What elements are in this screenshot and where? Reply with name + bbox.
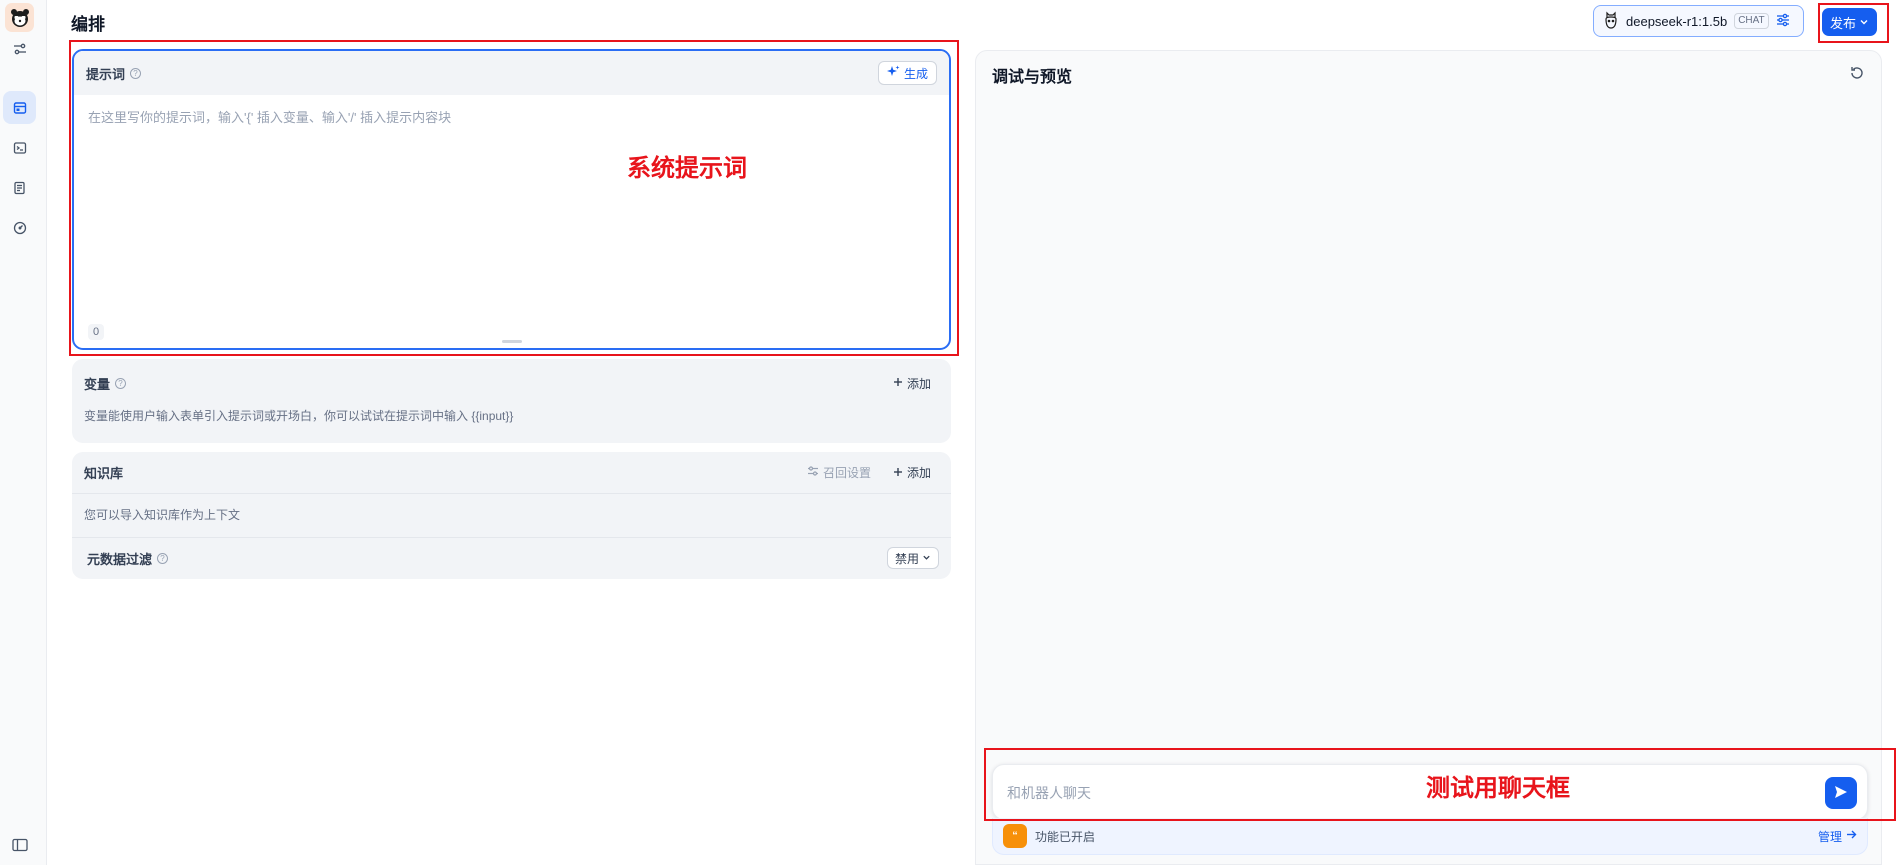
- left-rail: [0, 0, 47, 865]
- plus-icon: [893, 466, 903, 480]
- metadata-filter-select[interactable]: 禁用: [886, 547, 939, 569]
- model-llama-icon: [1603, 11, 1619, 32]
- knowledge-title: 知识库: [84, 466, 124, 481]
- publish-label: 发布: [1829, 15, 1856, 31]
- prompt-header: 提示词 ? 生成: [74, 51, 949, 95]
- recall-label: 召回设置: [822, 466, 871, 480]
- chat-input[interactable]: [1007, 781, 1787, 805]
- plus-icon: [893, 376, 903, 390]
- manage-label: 管理: [1817, 829, 1842, 844]
- help-icon[interactable]: ?: [115, 377, 127, 389]
- generate-button[interactable]: 生成: [877, 61, 937, 85]
- prompt-editor: 提示词 ? 生成 0: [72, 49, 951, 350]
- debug-preview-panel: 调试与预览 “ 功能已开启 管理: [975, 50, 1882, 865]
- refresh-icon[interactable]: [1849, 65, 1865, 84]
- chevron-down-icon: [1859, 15, 1869, 30]
- quote-icon: “: [1003, 824, 1027, 848]
- page-title: 编排: [71, 15, 105, 34]
- recall-settings-button[interactable]: 召回设置: [799, 460, 879, 485]
- model-mode-badge: CHAT: [1734, 13, 1769, 29]
- metadata-filter-value: 禁用: [894, 551, 919, 566]
- debug-title: 调试与预览: [992, 69, 1073, 86]
- send-button[interactable]: [1825, 777, 1857, 809]
- knowledge-section: 知识库 召回设置 添加 您可以导入知识库作为上下文 元数据过滤 ? 禁用: [72, 452, 951, 579]
- prompt-title: 提示词: [86, 66, 126, 82]
- model-selector[interactable]: deepseek-r1:1.5b CHAT: [1593, 5, 1804, 37]
- resize-handle[interactable]: [502, 340, 522, 343]
- gauge-icon[interactable]: [3, 211, 36, 244]
- knowledge-description: 您可以导入知识库作为上下文: [72, 494, 951, 538]
- variables-description: 变量能使用户输入表单引入提示词或开场白，你可以试试在提示词中输入 {{input…: [84, 409, 514, 423]
- metadata-filter-title: 元数据过滤: [87, 551, 153, 567]
- manage-link[interactable]: 管理: [1818, 828, 1857, 845]
- sliders-icon[interactable]: [3, 32, 36, 65]
- generate-label: 生成: [903, 66, 928, 81]
- add-label: 添加: [906, 466, 931, 480]
- model-settings-icon[interactable]: [1776, 13, 1790, 30]
- variables-section: 变量 ? 添加 变量能使用户输入表单引入提示词或开场白，你可以试试在提示词中输入…: [72, 359, 951, 443]
- publish-button[interactable]: 发布: [1822, 8, 1877, 36]
- layout-icon[interactable]: [3, 91, 36, 124]
- recall-settings-icon: [807, 465, 819, 480]
- arrow-right-icon: [1846, 829, 1857, 843]
- char-count: 0: [88, 324, 104, 340]
- feature-text: 功能已开启: [1035, 829, 1096, 844]
- chevron-down-icon: [922, 551, 931, 565]
- prompt-textarea[interactable]: [88, 107, 928, 307]
- terminal-icon[interactable]: [3, 131, 36, 164]
- add-label: 添加: [906, 376, 931, 391]
- help-icon[interactable]: ?: [157, 552, 169, 564]
- sidebar-toggle-icon[interactable]: [3, 828, 36, 861]
- add-variable-button[interactable]: 添加: [885, 371, 939, 396]
- chat-input-box: [992, 764, 1868, 820]
- feature-bar: “ 功能已开启 管理: [992, 818, 1868, 855]
- log-icon[interactable]: [3, 171, 36, 204]
- variables-title: 变量: [84, 376, 111, 392]
- metadata-filter-row: 元数据过滤 ? 禁用: [72, 538, 951, 578]
- model-name: deepseek-r1:1.5b: [1626, 13, 1728, 29]
- send-icon: [1833, 784, 1849, 803]
- add-knowledge-button[interactable]: 添加: [885, 460, 939, 485]
- help-icon[interactable]: ?: [130, 67, 142, 79]
- sparkle-icon: [886, 65, 900, 81]
- app-logo-icon[interactable]: [5, 3, 34, 32]
